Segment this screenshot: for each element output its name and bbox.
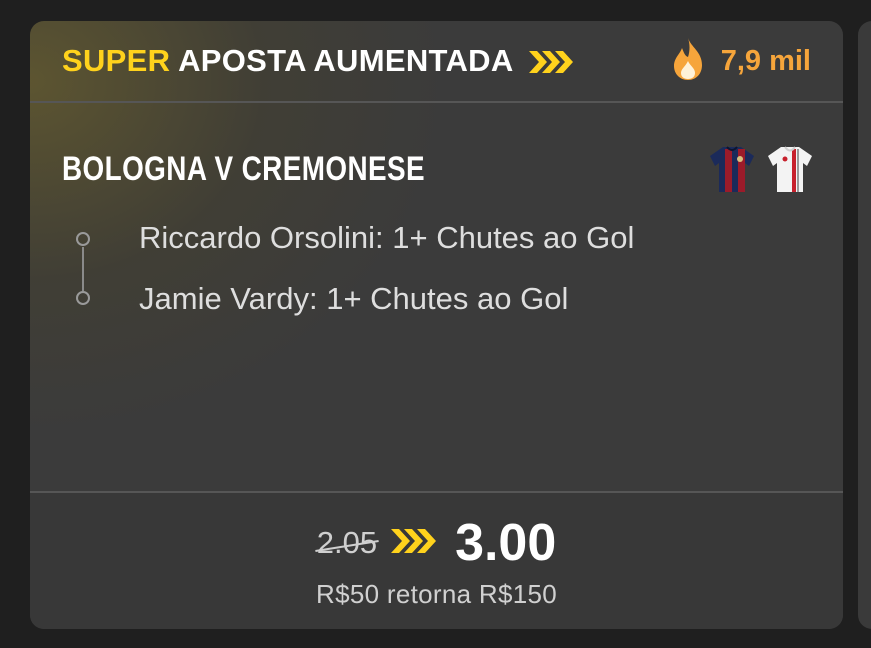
leg-connector: [82, 247, 84, 291]
chevrons-icon: [529, 45, 574, 81]
returns-text: R$50 retorna R$150: [316, 579, 557, 609]
card-header: SUPER APOSTA AUMENTADA 7,9 mil: [30, 21, 843, 103]
boost-arrow-icon: [391, 528, 437, 558]
promo-rest: APOSTA AUMENTADA: [178, 43, 513, 78]
cremonese-shirt-icon: [767, 145, 813, 198]
boosted-odds: 3.00: [455, 514, 557, 572]
popularity-count: 7,9 mil: [720, 45, 811, 77]
leg-label: Jamie Vardy: 1+ Chutes ao Gol: [139, 281, 569, 316]
leg-label: Riccardo Orsolini: 1+ Chutes ao Gol: [139, 220, 635, 255]
team-kits: [709, 145, 813, 198]
match-title: BOLOGNA V CREMONESE: [62, 150, 426, 188]
odds-row: 2.05 3.00: [30, 513, 843, 573]
popularity: 7,9 mil: [671, 37, 811, 86]
leg-marker: [76, 291, 90, 305]
flame-icon: [671, 37, 705, 86]
bologna-shirt-icon: [709, 145, 755, 198]
promo-highlight: SUPER: [62, 43, 171, 78]
old-odds: 2.05: [316, 525, 378, 560]
boost-card[interactable]: SUPER APOSTA AUMENTADA 7,9 mil BOLOGNA V…: [30, 21, 843, 629]
promo-title: SUPER APOSTA AUMENTADA: [62, 43, 574, 81]
leg-marker: [76, 232, 90, 246]
next-card-peek[interactable]: [858, 21, 871, 629]
odds-footer[interactable]: 2.05 3.00 R$50 retorna R$150: [30, 491, 843, 629]
